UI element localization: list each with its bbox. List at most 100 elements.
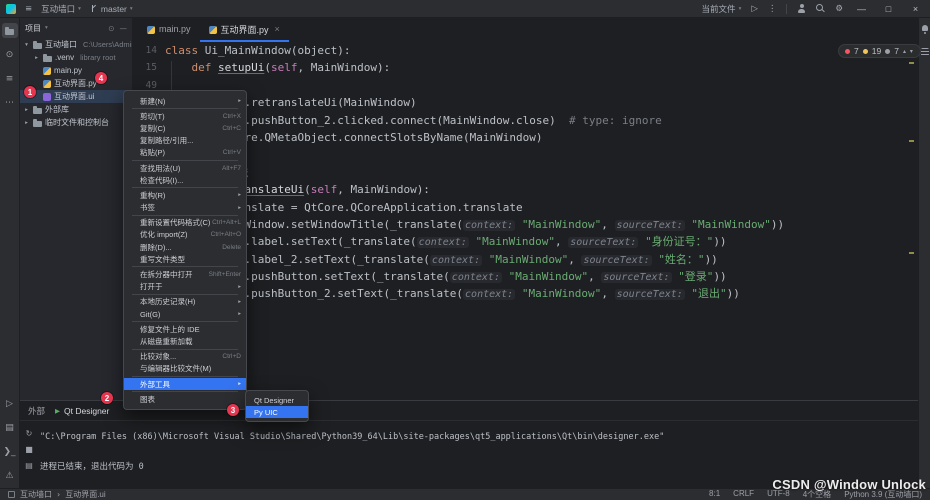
output-options-icon[interactable]: ▤ [25,461,33,470]
menu-item-2[interactable]: 剪切(T)Ctrl+X [124,110,246,122]
menu-item-0[interactable]: 新建(N)▸ [124,95,246,107]
console-output[interactable]: "C:\Program Files (x86)\Microsoft Visual… [38,421,664,475]
tree-item-外部库[interactable]: ▸外部库 [20,103,132,116]
search-everywhere-icon[interactable] [816,4,825,13]
code-area[interactable]: 14class Ui_MainWindow(object):15 def set… [133,42,918,400]
maximize-button[interactable]: □ [880,4,897,14]
editor-tab-互动界面.py[interactable]: 互动界面.py× [200,18,289,42]
status-widget-1[interactable]: CRLF [733,489,754,500]
prev-next-problem-icons[interactable]: ▴ ▾ [903,48,914,55]
menu-item-19[interactable]: 打开于▸ [124,281,246,293]
menu-shortcut: Ctrl+V [223,149,241,156]
expander-icon[interactable]: ▸ [33,55,40,61]
inspections-widget[interactable]: 7 19 7 ▴ ▾ [838,44,921,58]
main-menu-icon[interactable]: ≡ [25,4,32,14]
terminal-tool-icon[interactable]: ❯_ [2,444,18,459]
tree-item-label: main.py [54,66,82,75]
services-tool-icon[interactable]: ▤ [2,420,18,435]
menu-item-label: 重新设置代码格式(C) [140,217,210,228]
collapse-all-icon[interactable]: — [120,24,128,33]
run-tab-qt-designer[interactable]: ▶ Qt Designer [55,406,109,416]
menu-item-3[interactable]: 复制(C)Ctrl+C [124,122,246,134]
project-switcher[interactable]: 互动墙口 ▾ [41,3,81,15]
locate-file-icon[interactable]: ⊙ [108,24,114,33]
menu-item-25[interactable]: 从磁盘重新加载 [124,335,246,347]
tab-label: main.py [159,24,191,34]
project-header-icons[interactable]: ⊙— [108,24,127,33]
expander-icon[interactable]: ▸ [23,107,30,113]
submenu-item-Qt Designer[interactable]: Qt Designer [246,394,308,406]
settings-gear-icon[interactable]: ⚙ [835,4,843,14]
run-button[interactable]: ▷ [751,4,758,14]
menu-item-5[interactable]: 粘贴(P)Ctrl+V [124,147,246,159]
menu-item-4[interactable]: 复制路径/引用... [124,135,246,147]
menu-item-14[interactable]: 优化 import(Z)Ctrl+Alt+O [124,229,246,241]
menu-item-27[interactable]: 比较对象...Ctrl+D [124,351,246,363]
branch-switcher[interactable]: master ▾ [90,4,133,14]
tree-item-临时文件和控制台[interactable]: ▸临时文件和控制台 [20,116,132,129]
run-config-selector[interactable]: 当前文件 ▾ [702,3,742,15]
tree-item-互动墙口[interactable]: ▾互动墙口C:\Users\Administr [20,38,132,51]
menu-item-label: 新建(N) [140,96,233,107]
tree-item-main.py[interactable]: main.py [20,64,132,77]
tree-item-.venv[interactable]: ▸.venvlibrary root [20,51,132,64]
expander-icon[interactable]: ▸ [23,120,30,126]
code-line: QtCore.QMetaObject.connectSlotsByName(Ma… [133,129,918,146]
more-actions-icon[interactable]: ⋮ [768,4,777,14]
more-tools-icon[interactable]: ⋯ [2,95,18,110]
menu-item-22[interactable]: Git(G)▸ [124,308,246,320]
status-widget-0[interactable]: 8:1 [709,489,720,500]
menu-item-label: 优化 import(Z) [140,229,209,240]
tree-item-互动界面.ui[interactable]: 互动界面.ui [20,90,132,103]
menu-item-30[interactable]: 外部工具▸ [124,378,246,390]
minimize-button[interactable]: — [853,4,870,14]
breadcrumb-project[interactable]: 互动墙口 [20,489,52,500]
menu-item-8[interactable]: 检查代码(I)... [124,174,246,186]
annotation-step-1: 1 [24,86,36,98]
git-branch-icon [90,4,98,13]
menu-item-16[interactable]: 重写文件类型 [124,253,246,265]
code-line [133,146,918,163]
code-with-me-icon[interactable] [797,4,806,13]
tree-item-hint: library root [80,53,115,62]
folder-file-icon [43,53,52,62]
submenu-item-Py UIC[interactable]: Py UIC [246,406,308,418]
run-tool-icon[interactable]: ▷ [2,396,18,411]
menu-item-label: Py UIC [254,408,300,417]
menu-shortcut: Shift+Enter [209,271,241,278]
breadcrumb-separator: › [57,490,60,499]
rerun-icon[interactable]: ↻ [26,429,33,438]
expander-icon[interactable]: ▾ [23,42,30,48]
close-tab-icon[interactable]: × [275,24,280,34]
notifications-icon[interactable] [921,25,929,34]
editor-tab-main.py[interactable]: main.py [138,18,200,42]
menu-item-label: Git(G) [140,310,233,319]
problems-tool-icon[interactable]: ⚠ [2,468,18,483]
editor-tabs: main.py 互动界面.py× [133,18,918,42]
tree-item-label: 互动界面.py [54,78,97,89]
menu-item-label: 图表 [140,394,241,405]
menu-item-7[interactable]: 查找用法(U)Alt+F7 [124,162,246,174]
menu-item-10[interactable]: 重构(R)▸ [124,189,246,201]
menu-item-28[interactable]: 与编辑器比较文件(M) [124,363,246,375]
menu-item-18[interactable]: 在拆分器中打开Shift+Enter [124,268,246,280]
structure-tool-icon[interactable]: ≡ [2,71,18,86]
commit-tool-icon[interactable]: ⊙ [2,47,18,62]
tree-item-互动界面.py[interactable]: 互动界面.py [20,77,132,90]
menu-item-15[interactable]: 删除(D)...Delete [124,241,246,253]
project-panel-header[interactable]: 项目 ▾ ⊙— [20,18,132,38]
database-icon[interactable] [921,48,929,56]
menu-item-11[interactable]: 书签▸ [124,202,246,214]
menu-item-21[interactable]: 本地历史记录(H)▸ [124,296,246,308]
close-button[interactable]: × [907,4,924,14]
folder-glyph [5,26,14,35]
code-text: MainWindow.setWindowTitle(_translate(con… [165,216,784,233]
menu-item-13[interactable]: 重新设置代码格式(C)Ctrl+Alt+L [124,217,246,229]
stop-icon[interactable]: ■ [25,445,33,454]
menu-shortcut: Delete [222,244,241,251]
menu-item-24[interactable]: 修复文件上的 IDE [124,323,246,335]
breadcrumb-file[interactable]: 互动界面.ui [65,489,105,500]
menu-item-32[interactable]: 图表 [124,393,246,405]
project-tool-icon[interactable] [2,23,18,38]
watermark: CSDN @Window Unlock [772,477,926,492]
